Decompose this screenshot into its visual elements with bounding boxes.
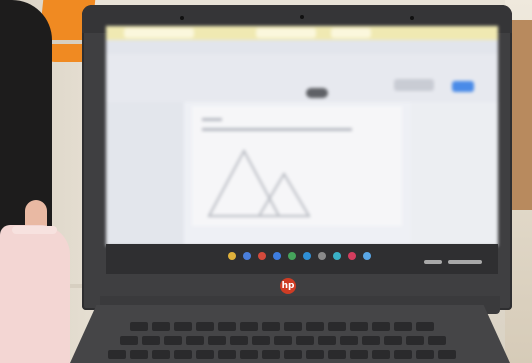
keyboard-key[interactable] xyxy=(152,350,170,359)
mask-strap xyxy=(12,226,57,234)
photo-scene: hp xyxy=(0,0,532,363)
keyboard-key[interactable] xyxy=(186,336,204,345)
keyboard-key[interactable] xyxy=(328,322,346,331)
keyboard-key[interactable] xyxy=(240,322,258,331)
camera-icon xyxy=(300,15,304,19)
app-red2-icon[interactable] xyxy=(348,252,356,260)
camera-icon xyxy=(410,16,414,20)
keyboard-key[interactable] xyxy=(174,322,192,331)
laptop-screen[interactable] xyxy=(106,26,498,246)
app-green-icon[interactable] xyxy=(288,252,296,260)
keyboard-key[interactable] xyxy=(306,322,324,331)
browser-tab[interactable] xyxy=(256,28,316,38)
hp-logo: hp xyxy=(280,278,296,294)
browser-tab[interactable] xyxy=(124,28,194,38)
triangle-shape xyxy=(257,172,311,217)
keyboard-key[interactable] xyxy=(218,350,236,359)
keyboard-key[interactable] xyxy=(252,336,270,345)
text-line xyxy=(202,128,352,131)
keyboard-key[interactable] xyxy=(372,350,390,359)
camera-icon xyxy=(180,16,184,20)
keyboard-key[interactable] xyxy=(306,350,324,359)
keyboard-key[interactable] xyxy=(416,322,434,331)
app-blue-icon[interactable] xyxy=(273,252,281,260)
keyboard-key[interactable] xyxy=(174,350,192,359)
keyboard-key[interactable] xyxy=(108,350,126,359)
app-blue2-icon[interactable] xyxy=(303,252,311,260)
os-shelf xyxy=(106,244,498,274)
keyboard-key[interactable] xyxy=(164,336,182,345)
keyboard-key[interactable] xyxy=(296,336,314,345)
keyboard-key[interactable] xyxy=(362,336,380,345)
keyboard-key[interactable] xyxy=(328,350,346,359)
browser-tab-bar xyxy=(106,26,498,40)
keyboard-key[interactable] xyxy=(438,350,456,359)
keyboard-key[interactable] xyxy=(262,350,280,359)
left-panel xyxy=(106,102,184,246)
keyboard-key[interactable] xyxy=(372,322,390,331)
keyboard-key[interactable] xyxy=(196,322,214,331)
triangle-shape xyxy=(207,148,281,217)
app-red-icon[interactable] xyxy=(258,252,266,260)
keyboard-key[interactable] xyxy=(284,350,302,359)
key-row xyxy=(120,336,446,345)
keyboard-key[interactable] xyxy=(208,336,226,345)
keyboard-key[interactable] xyxy=(350,322,368,331)
keyboard-key[interactable] xyxy=(152,322,170,331)
keyboard-key[interactable] xyxy=(196,350,214,359)
dark-button[interactable] xyxy=(306,88,328,98)
browser-tab[interactable] xyxy=(331,28,371,38)
keyboard-key[interactable] xyxy=(274,336,292,345)
app-teal-icon[interactable] xyxy=(333,252,341,260)
gray-button[interactable] xyxy=(394,79,434,91)
keyboard-key[interactable] xyxy=(240,350,258,359)
keyboard-key[interactable] xyxy=(218,322,236,331)
chrome-icon[interactable] xyxy=(228,252,236,260)
keyboard-key[interactable] xyxy=(416,350,434,359)
wood-shelf xyxy=(512,20,532,210)
keyboard-key[interactable] xyxy=(384,336,402,345)
keyboard-key[interactable] xyxy=(230,336,248,345)
key-row xyxy=(108,350,456,359)
status-tray-time[interactable] xyxy=(424,260,442,264)
status-tray-icons[interactable] xyxy=(448,260,482,264)
text-line xyxy=(202,118,222,121)
keyboard-key[interactable] xyxy=(350,350,368,359)
keyboard-key[interactable] xyxy=(394,322,412,331)
keyboard-key[interactable] xyxy=(130,350,148,359)
keyboard-key[interactable] xyxy=(428,336,446,345)
app-header xyxy=(106,54,498,102)
keyboard-key[interactable] xyxy=(262,322,280,331)
keyboard-key[interactable] xyxy=(406,336,424,345)
files-icon[interactable] xyxy=(243,252,251,260)
keyboard-key[interactable] xyxy=(318,336,336,345)
keyboard-key[interactable] xyxy=(120,336,138,345)
key-row xyxy=(130,322,434,331)
keyboard-key[interactable] xyxy=(394,350,412,359)
app-lightblue-icon[interactable] xyxy=(363,252,371,260)
app-gray-icon[interactable] xyxy=(318,252,326,260)
right-panel xyxy=(411,102,498,246)
blue-action-button[interactable] xyxy=(452,81,474,92)
face-mask xyxy=(0,225,70,363)
browser-toolbar xyxy=(106,40,498,54)
keyboard-key[interactable] xyxy=(130,322,148,331)
triangle-drawing xyxy=(207,148,311,217)
keyboard-key[interactable] xyxy=(284,322,302,331)
keyboard-key[interactable] xyxy=(142,336,160,345)
keyboard-key[interactable] xyxy=(340,336,358,345)
